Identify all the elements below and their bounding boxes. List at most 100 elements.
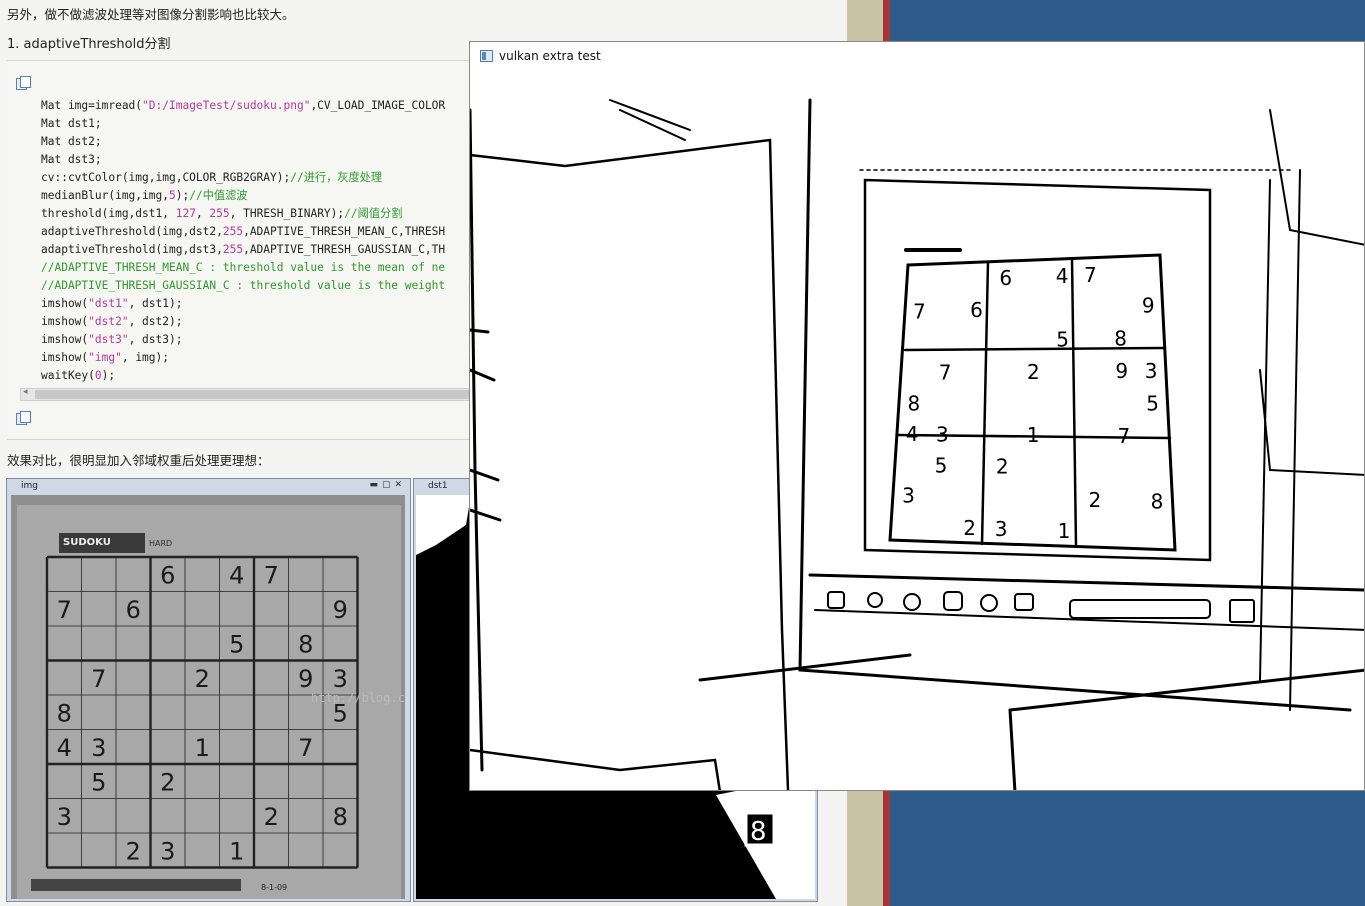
code-token: , dst2); bbox=[128, 315, 183, 328]
code-line: Mat dst1; bbox=[41, 115, 445, 133]
scroll-left-icon[interactable]: ◂ bbox=[23, 387, 28, 397]
code-line: //ADAPTIVE_THRESH_MEAN_C : threshold val… bbox=[41, 259, 445, 277]
code-token: ,ADAPTIVE_THRESH_MEAN_C,THRESH bbox=[243, 225, 446, 238]
sudoku-digit: 3 bbox=[57, 803, 72, 831]
sudoku-digit: 9 bbox=[298, 665, 313, 693]
binary-digit: 9 bbox=[1115, 359, 1128, 383]
code-line: imshow("dst2", dst2); bbox=[41, 313, 445, 331]
img-window-title: img bbox=[21, 481, 38, 491]
code-line: threshold(img,dst1, 127, 255, THRESH_BIN… bbox=[41, 205, 445, 223]
sudoku-digit: 2 bbox=[264, 803, 279, 831]
binary-digit: 2 bbox=[996, 454, 1009, 478]
code-token: 0 bbox=[94, 369, 102, 382]
code-token: "img" bbox=[88, 351, 122, 364]
code-token: imshow( bbox=[41, 315, 89, 328]
vulkan-window-titlebar[interactable]: vulkan extra test bbox=[470, 42, 1364, 70]
binary-digit: 8 bbox=[1114, 327, 1127, 351]
img-window-titlebar[interactable]: img ▬▢✕ bbox=[7, 479, 410, 495]
code-line: cv::cvtColor(img,img,COLOR_RGB2GRAY);//进… bbox=[41, 169, 445, 187]
code-token: //ADAPTIVE_THRESH_GAUSSIAN_C : threshold… bbox=[41, 279, 446, 292]
code-token: //阈值分割 bbox=[344, 207, 403, 220]
code-token: 5 bbox=[168, 189, 176, 202]
section-heading: 1. adaptiveThreshold分割 bbox=[7, 37, 171, 52]
code-token: , THRESH_BINARY); bbox=[229, 207, 345, 220]
code-token: "dst2" bbox=[88, 315, 129, 328]
code-token: 255 bbox=[222, 225, 244, 238]
code-horizontal-scrollbar[interactable]: ◂ bbox=[20, 387, 477, 401]
binary-digit: 4 bbox=[906, 422, 919, 446]
code-token: ); bbox=[175, 189, 190, 202]
code-token: , img); bbox=[121, 351, 169, 364]
sudoku-digit: 3 bbox=[91, 734, 106, 762]
sudoku-digit: 1 bbox=[229, 837, 244, 865]
code-line: Mat dst3; bbox=[41, 151, 445, 169]
sudoku-digit: 5 bbox=[229, 630, 244, 658]
sudoku-digit: 6 bbox=[126, 596, 141, 624]
sudoku-digit: 8 bbox=[298, 630, 313, 658]
binary-digit: 7 bbox=[939, 361, 952, 385]
binary-digit: 7 bbox=[1117, 424, 1130, 448]
binary-digit: 8 bbox=[908, 392, 921, 416]
binary-digit: 7 bbox=[1084, 263, 1097, 287]
binary-digit: 8 bbox=[1151, 489, 1164, 513]
binary-digit: 6 bbox=[999, 266, 1012, 290]
code-token: 127 bbox=[175, 207, 196, 220]
code-token: ,CV_LOAD_IMAGE_COLOR bbox=[310, 99, 446, 112]
code-line: imshow("dst3", dst3); bbox=[41, 331, 445, 349]
code-line: medianBlur(img,img,5);//中值滤波 bbox=[41, 187, 445, 205]
code-line: imshow("dst1", dst1); bbox=[41, 295, 445, 313]
scrollbar-thumb[interactable] bbox=[35, 390, 475, 399]
sudoku-digit: 2 bbox=[160, 768, 175, 796]
code-token: adaptiveThreshold(img,dst2, bbox=[41, 225, 223, 238]
code-token: //ADAPTIVE_THRESH_MEAN_C : threshold val… bbox=[41, 261, 446, 274]
binary-digit: 3 bbox=[902, 484, 915, 508]
img-window[interactable]: img ▬▢✕ SUDOKU HARD 64776958729385431752… bbox=[6, 478, 411, 902]
binary-digit: 2 bbox=[963, 516, 976, 540]
sudoku-digit: 4 bbox=[229, 561, 244, 589]
code-token: ); bbox=[101, 369, 116, 382]
code-token: Mat dst1; bbox=[41, 117, 102, 130]
code-token: imshow( bbox=[41, 297, 89, 310]
vulkan-window[interactable]: vulkan extra test 6 4 7 7 6 9 5 8 7 2 9 … bbox=[469, 41, 1365, 791]
code-token: //中值滤波 bbox=[189, 189, 248, 202]
sudoku-stamp: 8-1-09 bbox=[261, 883, 288, 892]
sudoku-digit: 7 bbox=[57, 596, 72, 624]
sudoku-digit: 7 bbox=[264, 561, 279, 589]
code-token: medianBlur(img,img, bbox=[41, 189, 169, 202]
code-token: "dst1" bbox=[88, 297, 129, 310]
sudoku-digit: 3 bbox=[160, 837, 175, 865]
code-token: Mat dst3; bbox=[41, 153, 102, 166]
binary-digit: 7 bbox=[913, 299, 926, 323]
watermark: http://blog.csdn.net/ab bbox=[311, 691, 405, 705]
binary-digit: 1 bbox=[1027, 423, 1040, 447]
comparison-paragraph: 效果对比，很明显加入邻域权重后处理更理想： bbox=[7, 453, 270, 468]
code-listing: Mat img=imread("D:/ImageTest/sudoku.png"… bbox=[41, 97, 445, 385]
binary-digit: 2 bbox=[1088, 488, 1101, 512]
binary-digit: 4 bbox=[1056, 264, 1069, 288]
code-line: Mat img=imread("D:/ImageTest/sudoku.png"… bbox=[41, 97, 445, 115]
copy-code-icon[interactable] bbox=[16, 76, 31, 90]
sudoku-digit: 8 bbox=[57, 699, 72, 727]
binary-digit: 6 bbox=[970, 298, 983, 322]
window-controls[interactable]: ▬▢✕ bbox=[369, 480, 406, 490]
sudoku-bottom-strip bbox=[31, 879, 241, 891]
sudoku-digit: 5 bbox=[91, 768, 106, 796]
binary-digit: 5 bbox=[935, 453, 948, 477]
code-token: cv::cvtColor(img,img,COLOR_RGB2GRAY); bbox=[41, 171, 291, 184]
dst1-window-title: dst1 bbox=[428, 481, 448, 491]
sudoku-digit: 9 bbox=[333, 596, 348, 624]
sudoku-digit: 2 bbox=[195, 665, 210, 693]
copy-code-icon-bottom[interactable] bbox=[16, 411, 31, 425]
sudoku-digit: 1 bbox=[195, 734, 210, 762]
sudoku-digit: 8 bbox=[333, 803, 348, 831]
binary-digit: 5 bbox=[1146, 392, 1159, 416]
code-token: threshold(img,dst1, bbox=[41, 207, 176, 220]
code-token: "dst3" bbox=[88, 333, 129, 346]
code-token: adaptiveThreshold(img,dst3, bbox=[41, 243, 223, 256]
binary-digit: 9 bbox=[1142, 294, 1155, 318]
code-line: imshow("img", img); bbox=[41, 349, 445, 367]
window-app-icon bbox=[480, 50, 493, 62]
sudoku-digit: 2 bbox=[126, 837, 141, 865]
sudoku-digit: 7 bbox=[298, 734, 313, 762]
code-token: 255 bbox=[209, 207, 230, 220]
